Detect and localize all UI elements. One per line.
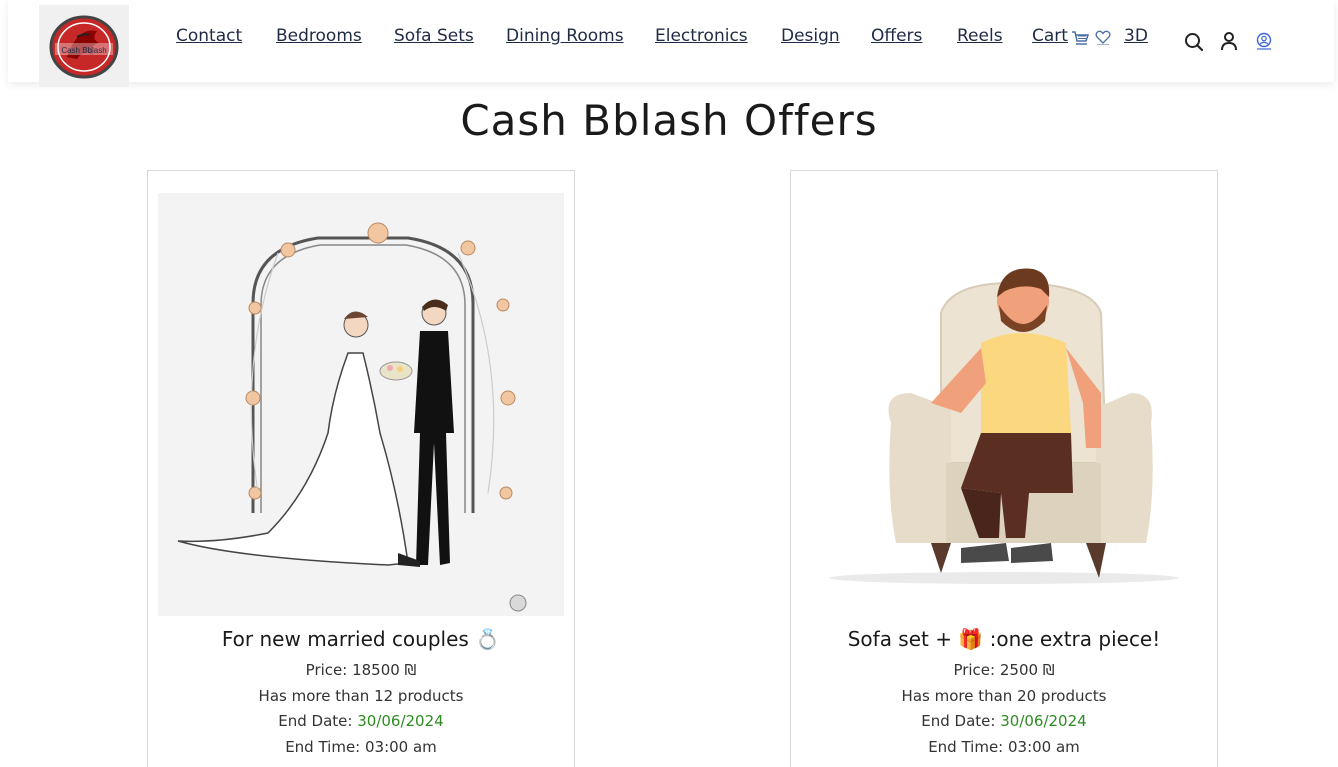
logo-text: Cash Bblash	[61, 46, 106, 55]
wedding-couple-image	[158, 193, 564, 616]
offer-title: For new married couples 💍	[221, 627, 501, 651]
nav-link-3d[interactable]: 3D	[1124, 26, 1148, 46]
user-icon[interactable]	[1220, 31, 1238, 51]
end-date-value: 30/06/2024	[1000, 712, 1087, 730]
offer-products: Has more than 12 products	[258, 687, 464, 705]
search-icon[interactable]	[1184, 32, 1204, 52]
nav-link-bedrooms[interactable]: Bedrooms	[276, 26, 362, 46]
nav-link-electronics[interactable]: Electronics	[655, 26, 748, 46]
nav-link-sofa-sets[interactable]: Sofa Sets	[394, 26, 474, 46]
offer-card-wedding[interactable]: For new married couples 💍 Price: 18500 ₪…	[147, 170, 575, 767]
navbar: Cash Bblash Contact Bedrooms Sofa Sets D…	[8, 0, 1334, 87]
eagle-logo-icon: Cash Bblash	[49, 15, 119, 79]
end-date-label: End Date:	[921, 712, 1001, 730]
offer-price: Price: 2500 ₪	[953, 661, 1055, 679]
page-title: Cash Bblash Offers	[460, 96, 878, 145]
offer-end-date: End Date: 30/06/2024	[791, 712, 1217, 730]
nav-link-offers[interactable]: Offers	[871, 26, 922, 46]
account-circle-icon[interactable]	[1256, 32, 1272, 50]
offer-title: Sofa set + 🎁 :one extra piece!	[847, 627, 1161, 651]
offer-card-sofa[interactable]: Sofa set + 🎁 :one extra piece! Price: 25…	[790, 170, 1218, 767]
nav-link-cart[interactable]: Cart	[1032, 26, 1068, 46]
cart-icon[interactable]	[1071, 30, 1089, 46]
heart-icon[interactable]	[1095, 29, 1111, 45]
end-date-value: 30/06/2024	[357, 712, 444, 730]
offer-price: Price: 18500 ₪	[305, 661, 417, 679]
offer-products: Has more than 20 products	[901, 687, 1107, 705]
logo[interactable]: Cash Bblash	[39, 5, 129, 87]
nav-link-contact[interactable]: Contact	[176, 26, 242, 46]
nav-link-dining-rooms[interactable]: Dining Rooms	[506, 26, 624, 46]
offer-end-date: End Date: 30/06/2024	[148, 712, 574, 730]
man-on-armchair-image	[801, 193, 1207, 616]
offer-end-time: End Time: 03:00 am	[928, 738, 1080, 756]
nav-link-reels[interactable]: Reels	[957, 26, 1003, 46]
offer-end-time: End Time: 03:00 am	[285, 738, 437, 756]
end-date-label: End Date:	[278, 712, 358, 730]
nav-link-design[interactable]: Design	[781, 26, 840, 46]
